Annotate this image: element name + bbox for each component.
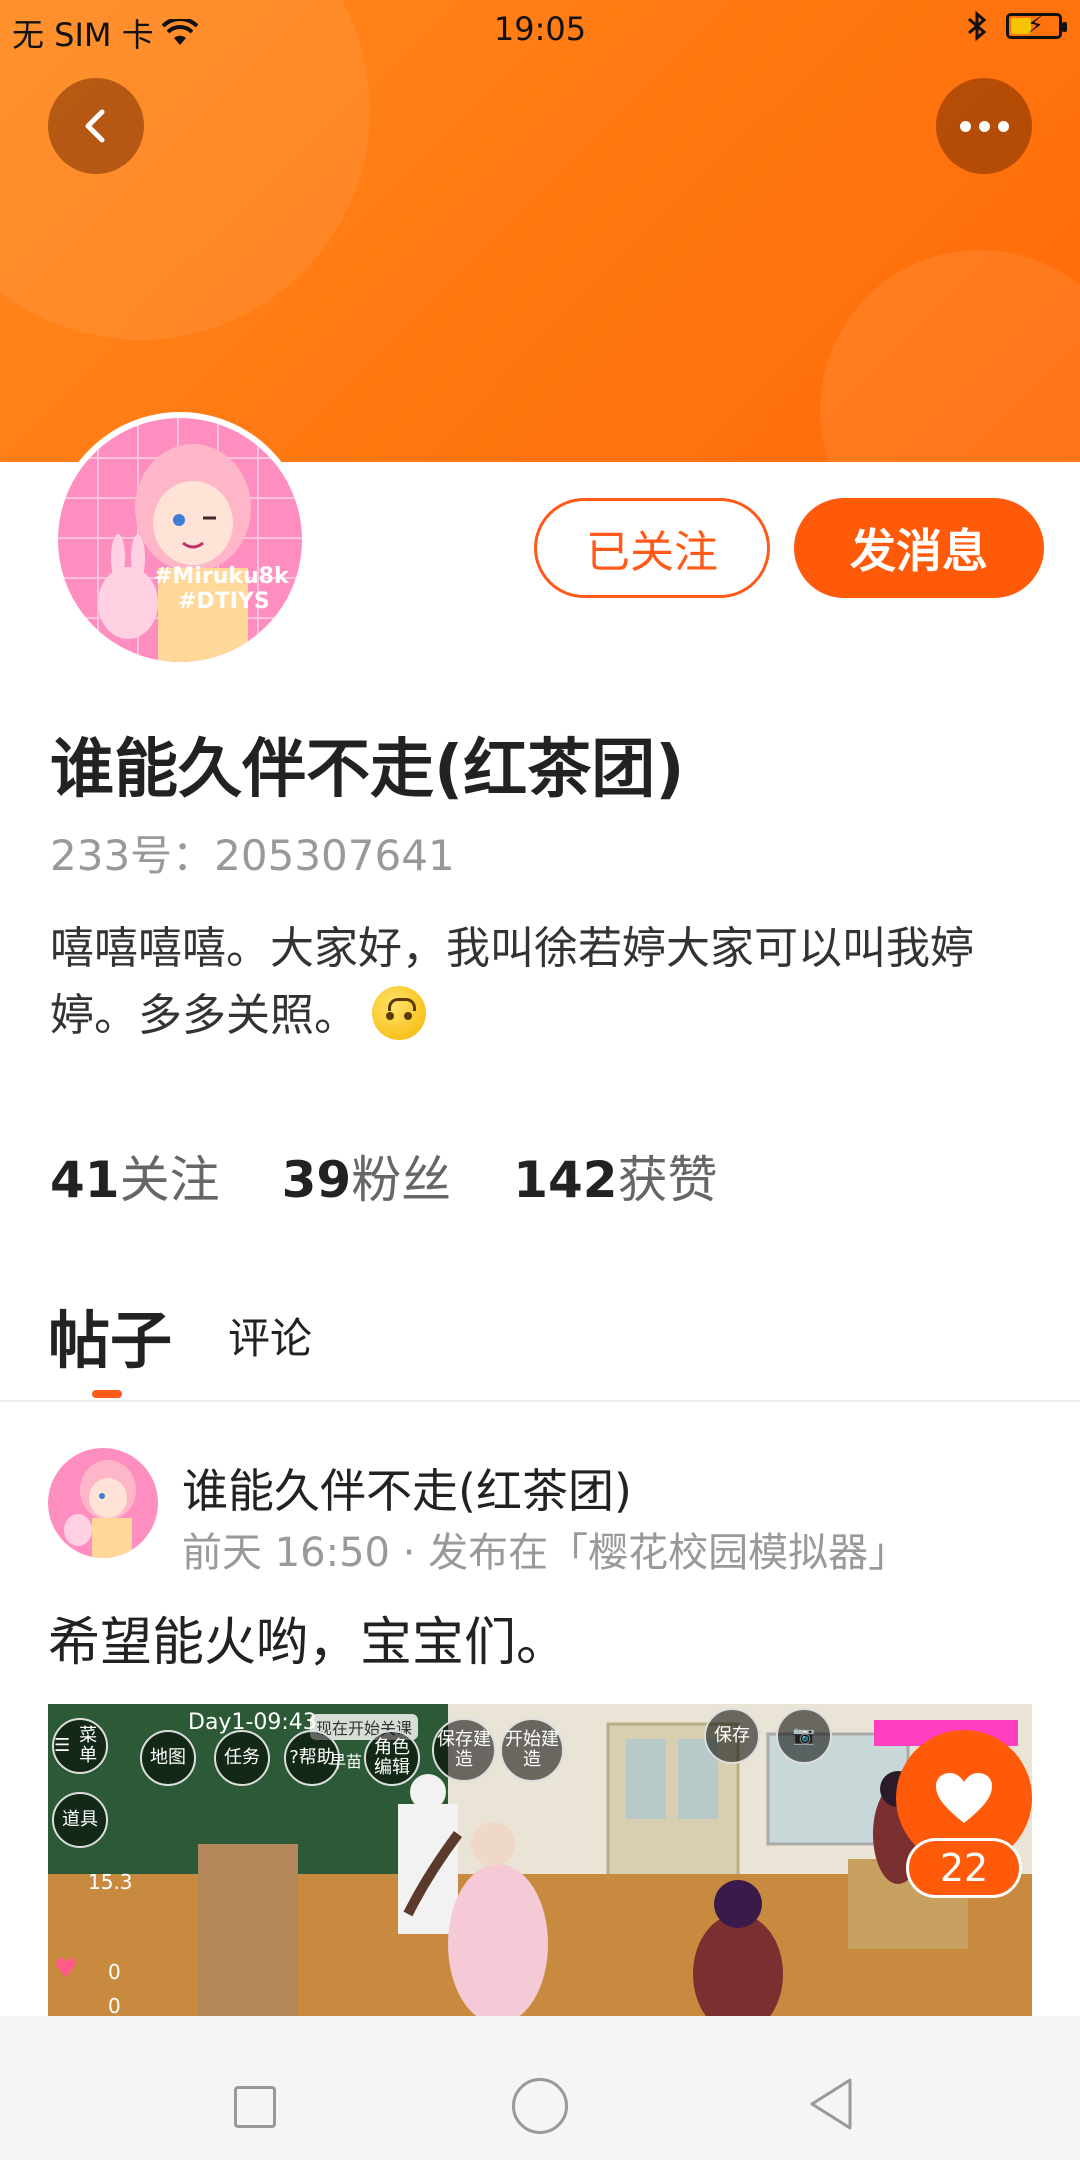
stat-likes: 142获赞 — [513, 1140, 717, 1212]
tab-comments[interactable]: 评论 — [228, 1305, 312, 1366]
status-time: 19:05 — [493, 10, 587, 48]
profile-avatar[interactable]: #Miruku8k #DTIYS — [52, 412, 308, 668]
followed-button[interactable]: 已关注 — [534, 498, 770, 598]
profile-header-background — [0, 0, 1080, 462]
stat-label: 关注 — [119, 1151, 220, 1209]
post-meta: 前天 16:50 · 发布在「樱花校园模拟器」 — [182, 1530, 909, 1576]
more-dot — [978, 120, 990, 132]
upside-down-face-emoji-icon — [372, 986, 426, 1040]
profile-stats: 41关注 39粉丝 142获赞 — [50, 1140, 718, 1212]
bluetooth-icon — [968, 10, 987, 42]
game-money: 15.3 — [88, 1870, 133, 1894]
heart-icon — [936, 1773, 992, 1823]
game-role-edit-button: 角色编辑 — [364, 1730, 420, 1786]
post-image[interactable]: Day1-09:43 现在开始关课 ☰ 菜单 地图 任务 ? 帮助 早苗 角色编辑 … — [48, 1704, 1032, 2016]
game-task-button: 任务 — [214, 1730, 270, 1786]
stat-number: 142 — [513, 1151, 618, 1209]
section-divider — [0, 1400, 1080, 1402]
header-decoration — [820, 250, 1080, 462]
game-heart-icon: ♥ — [54, 1954, 78, 1984]
more-dot — [959, 120, 971, 132]
stat-label: 获赞 — [617, 1151, 718, 1209]
game-map-button: 地图 — [140, 1730, 196, 1786]
game-grass-label: 早苗 — [330, 1752, 363, 1771]
stat-following[interactable]: 41关注 — [50, 1140, 220, 1212]
like-count: 22 — [906, 1838, 1022, 1898]
avatar-image: #Miruku8k #DTIYS — [58, 418, 302, 662]
stat-followers[interactable]: 39粉丝 — [282, 1140, 452, 1212]
post-text[interactable]: 希望能火哟，宝宝们。 — [48, 1600, 568, 1675]
game-hearts: 0 — [108, 1960, 121, 1984]
home-button[interactable] — [512, 2078, 568, 2134]
more-options-button[interactable] — [936, 78, 1032, 174]
stat-number: 39 — [281, 1151, 352, 1209]
status-right: ⚡ — [966, 10, 1067, 42]
profile-bio: 嘻嘻嘻嘻。大家好，我叫徐若婷大家可以叫我婷婷。多多关照。 — [50, 915, 1030, 1049]
recent-apps-button[interactable] — [234, 2086, 276, 2128]
post-author-name[interactable]: 谁能久伴不走(红茶团) — [182, 1455, 632, 1521]
chevron-left-icon — [85, 109, 105, 143]
game-items-button: 道具 — [52, 1792, 108, 1848]
game-save-build-button: 保存建造 — [432, 1718, 496, 1782]
tab-posts[interactable]: 帖子 — [48, 1290, 172, 1380]
svg-text:#DTIYS: #DTIYS — [178, 589, 270, 614]
svg-text:#Miruku8k: #Miruku8k — [154, 564, 290, 589]
bio-text: 嘻嘻嘻嘻。大家好，我叫徐若婷大家可以叫我婷婷。多多关照。 — [50, 923, 974, 1041]
avatar-image — [48, 1448, 158, 1558]
system-nav-bar — [0, 2016, 1080, 2160]
stat-number: 41 — [50, 1151, 120, 1209]
status-bar: 无 SIM 卡 19:05 ⚡ — [0, 0, 1080, 56]
profile-uid: 233号：205307641 — [50, 831, 455, 880]
battery-icon: ⚡ — [1006, 11, 1067, 39]
send-message-button[interactable]: 发消息 — [794, 498, 1044, 598]
back-button[interactable] — [48, 78, 144, 174]
game-start-build-button: 开始建造 — [500, 1718, 564, 1782]
tab-active-indicator — [92, 1390, 122, 1398]
post-author-avatar[interactable] — [48, 1448, 158, 1558]
profile-name: 谁能久伴不走(红茶团) — [50, 733, 685, 807]
game-save-button: 保存 — [704, 1708, 760, 1764]
more-dot — [997, 120, 1009, 132]
game-menu-button: ☰ 菜单 — [52, 1718, 108, 1774]
camera-icon: 📷 — [776, 1708, 832, 1764]
game-people: 0 — [108, 1994, 121, 2016]
back-triangle-icon[interactable] — [806, 2076, 856, 2132]
stat-label: 粉丝 — [351, 1151, 452, 1209]
